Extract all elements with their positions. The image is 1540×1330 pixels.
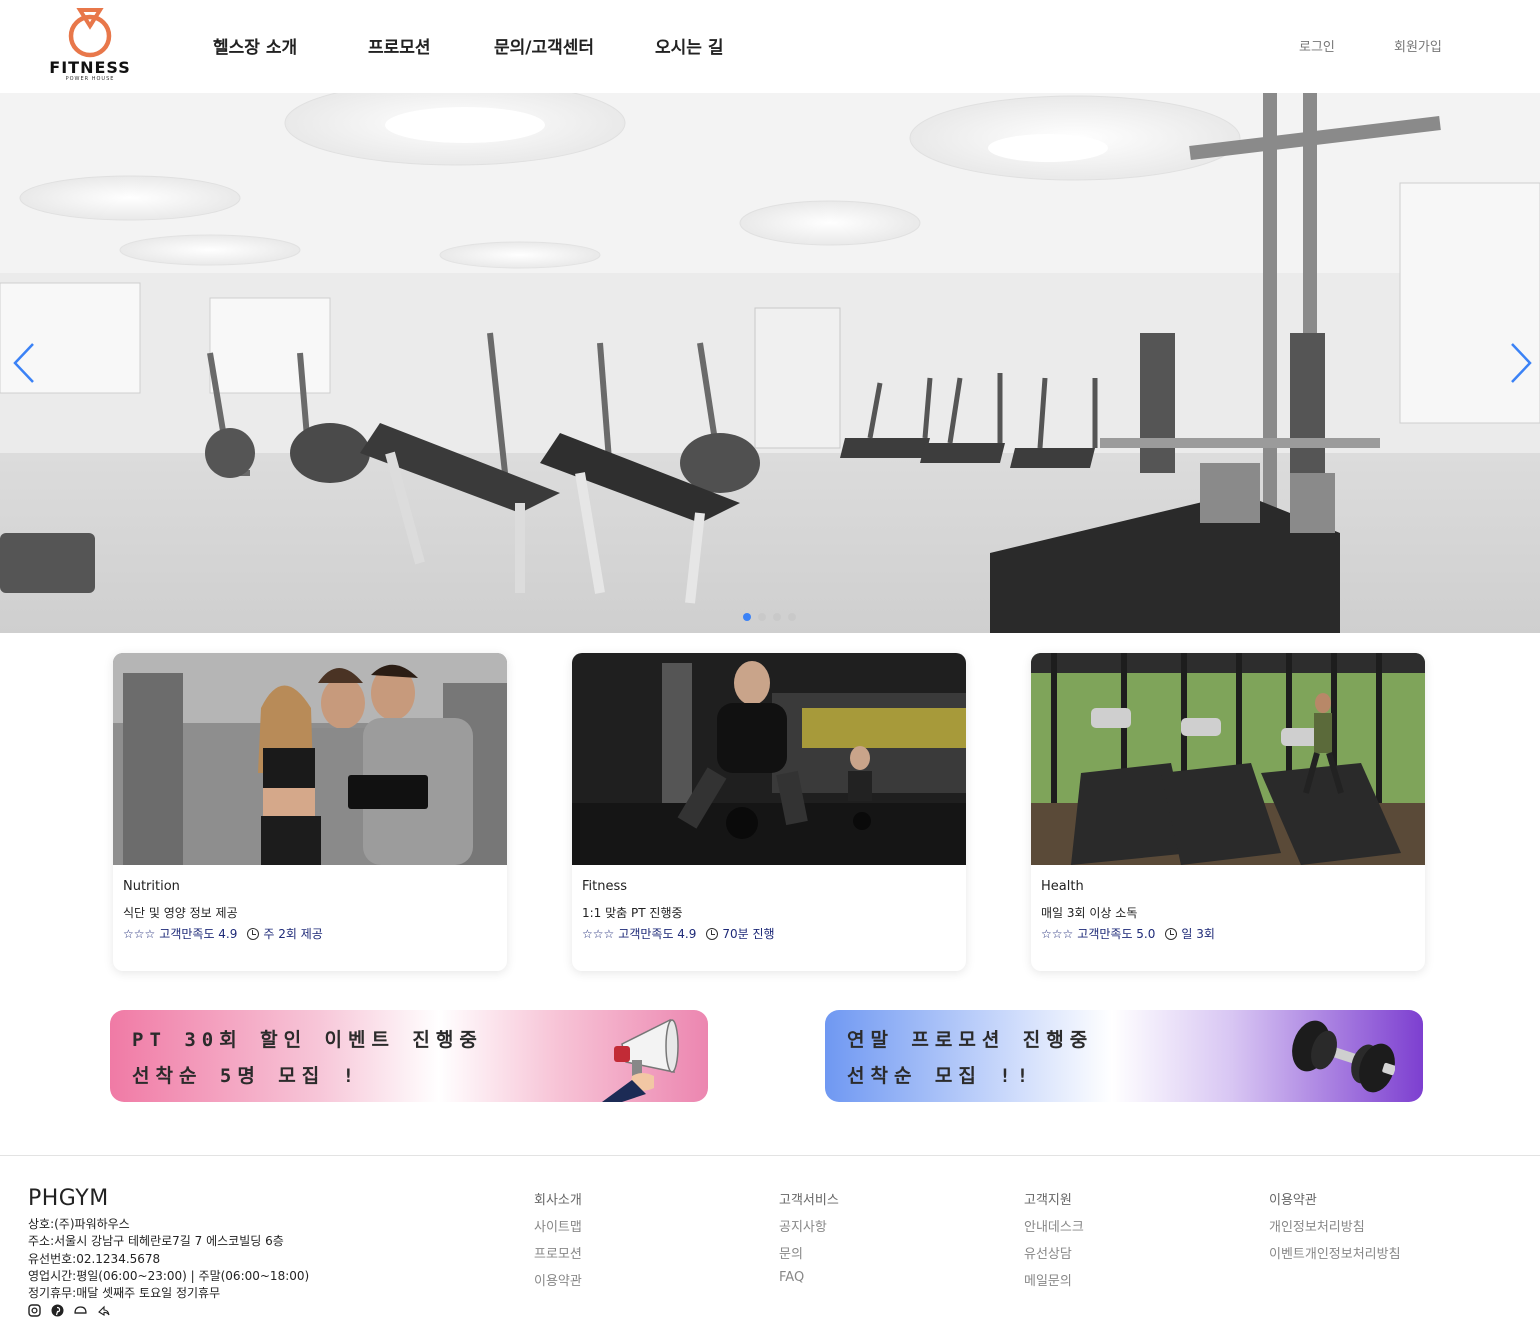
card-meta: ☆☆☆ 고객만족도 4.9 주 2회 제공 [123,925,323,942]
clock-icon [706,927,719,940]
card-title: 매일 3회 이상 소독 [1041,906,1138,920]
card-image-treadmills [1031,653,1425,865]
footer-link-inquiry[interactable]: 문의 [779,1243,803,1262]
card-schedule: 70분 진행 [722,927,775,941]
card-schedule: 주 2회 제공 [263,927,323,941]
footer-company-name: 상호:(주)파워하우스 [28,1217,130,1231]
logo-subtitle: POWER HOUSE [65,76,115,82]
service-card-fitness[interactable]: Fitness 1:1 맞춤 PT 진행중 ☆☆☆ 고객만족도 4.9 70분 … [572,653,966,971]
fitness-logo[interactable]: FITNESS POWER HOUSE [44,4,136,84]
service-card-nutrition[interactable]: Nutrition 식단 및 영양 정보 제공 ☆☆☆ 고객만족도 4.9 주 … [113,653,507,971]
rating-stars-icon: ☆☆☆ [582,926,615,941]
clock-icon [247,927,260,940]
megaphone-icon [602,1018,679,1102]
footer-link-faq[interactable]: FAQ [779,1270,804,1285]
footer-link-terms[interactable]: 이용약관 [534,1270,582,1289]
hero-dot[interactable] [758,613,766,621]
footer-link-notice[interactable]: 공지사항 [779,1216,827,1235]
pt-discount-banner[interactable]: PT 30회 할인 이벤트 진행중 선착순 5명 모집 ! [110,1010,708,1102]
banner-headline: 연말 프로모션 진행중 [847,1029,1094,1051]
login-link[interactable]: 로그인 [1299,36,1335,55]
dumbbell-icon [1292,1020,1395,1093]
footer-link-phone-consult[interactable]: 유선상담 [1024,1243,1072,1262]
hero-pagination [743,613,796,621]
hero-dot[interactable] [788,613,796,621]
instagram-icon[interactable] [28,1302,41,1317]
nav-directions[interactable]: 오시는 길 [655,33,723,58]
rating-stars-icon: ☆☆☆ [1041,926,1074,941]
card-rating: 고객만족도 4.9 [159,927,238,941]
footer-col-company[interactable]: 회사소개 [534,1189,582,1208]
share-icon[interactable] [97,1302,110,1316]
footer-link-promotion[interactable]: 프로모션 [534,1243,582,1262]
footer-link-privacy-policy[interactable]: 개인정보처리방침 [1269,1216,1365,1235]
footer-holiday: 정기휴무:매달 셋째주 토요일 정기휴무 [28,1286,221,1300]
pinterest-icon[interactable] [51,1302,64,1317]
card-meta: ☆☆☆ 고객만족도 4.9 70분 진행 [582,925,775,942]
card-schedule: 일 3회 [1181,927,1215,941]
card-category: Health [1041,879,1084,894]
rating-stars-icon: ☆☆☆ [123,926,156,941]
year-end-promotion-banner[interactable]: 연말 프로모션 진행중 선착순 모집 !! [825,1010,1423,1102]
nav-gym-intro[interactable]: 헬스장 소개 [213,33,297,58]
card-rating: 고객만족도 5.0 [1077,927,1156,941]
footer-divider [0,1155,1540,1156]
card-category: Fitness [582,879,628,894]
footer-link-help-desk[interactable]: 안내데스크 [1024,1216,1084,1235]
card-image-trainer-couple [113,653,507,865]
hero-dot[interactable] [773,613,781,621]
gym-interior-image [0,93,1540,633]
footer-brand: PHGYM [28,1186,109,1211]
footer-link-email-inquiry[interactable]: 메일문의 [1024,1270,1072,1289]
logo-emblem-icon [68,8,112,58]
clock-icon [1165,927,1178,940]
footer-col-terms[interactable]: 이용약관 [1269,1189,1317,1208]
chat-icon[interactable] [74,1302,87,1315]
banner-subline: 선착순 5명 모집 ! [132,1065,361,1087]
footer-col-support[interactable]: 고객지원 [1024,1189,1072,1208]
logo-name: FITNESS [49,58,131,77]
footer-link-event-privacy-policy[interactable]: 이벤트개인정보처리방침 [1269,1243,1401,1262]
hero-dot[interactable] [743,613,751,621]
card-image-kettlebell [572,653,966,865]
social-links [28,1302,110,1317]
card-meta: ☆☆☆ 고객만족도 5.0 일 3회 [1041,925,1215,942]
hero-next-arrow-icon[interactable] [1500,338,1540,388]
banner-headline: PT 30회 할인 이벤트 진행중 [132,1029,483,1051]
card-title: 1:1 맞춤 PT 진행중 [582,906,683,920]
banner-subline: 선착순 모집 !! [847,1065,1035,1087]
footer-address: 주소:서울시 강남구 테헤란로7길 7 에스코빌딩 6층 [28,1234,284,1248]
footer-link-sitemap[interactable]: 사이트맵 [534,1216,582,1235]
card-title: 식단 및 영양 정보 제공 [123,906,238,920]
signup-link[interactable]: 회원가입 [1394,36,1442,55]
card-rating: 고객만족도 4.9 [618,927,697,941]
footer-col-service[interactable]: 고객서비스 [779,1189,839,1208]
hero-prev-arrow-icon[interactable] [5,338,45,388]
site-header: FITNESS POWER HOUSE 헬스장 소개 프로모션 문의/고객센터 … [0,0,1540,93]
footer-hours: 영업시간:평일(06:00~23:00) | 주말(06:00~18:00) [28,1269,310,1283]
service-card-health[interactable]: Health 매일 3회 이상 소독 ☆☆☆ 고객만족도 5.0 일 3회 [1031,653,1425,971]
nav-promotion[interactable]: 프로모션 [368,33,431,58]
footer-phone: 유선번호:02.1234.5678 [28,1252,161,1266]
card-category: Nutrition [123,879,180,894]
hero-slider[interactable] [0,93,1540,633]
nav-customer-center[interactable]: 문의/고객센터 [494,33,594,58]
